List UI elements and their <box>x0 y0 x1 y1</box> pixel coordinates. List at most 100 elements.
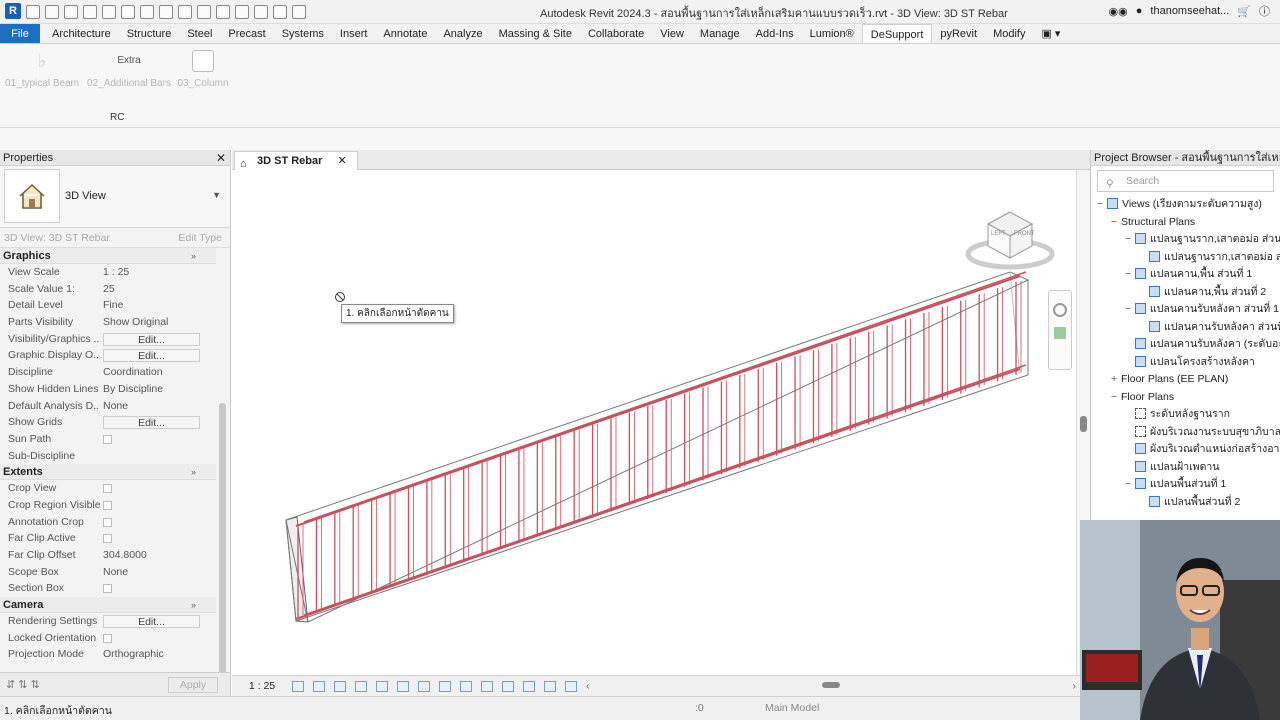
property-value[interactable]: Coordination <box>100 364 216 381</box>
tab-desupport[interactable]: DeSupport <box>861 24 933 43</box>
highlight-displacement-icon[interactable] <box>523 680 535 692</box>
thin-lines-icon[interactable] <box>254 4 268 19</box>
property-value[interactable]: 25 <box>100 281 216 298</box>
tab-analyze[interactable]: Analyze <box>435 24 490 43</box>
additional-bars-button[interactable]: Extra 02_Additional Bars <box>84 50 174 89</box>
tab-systems[interactable]: Systems <box>274 24 332 43</box>
reveal-hidden-icon[interactable] <box>481 680 493 692</box>
browser-item[interactable]: แปลนโครงสร้างหลังคา <box>1091 354 1280 372</box>
close-icon[interactable]: ✕ <box>216 150 226 166</box>
browser-item[interactable]: − Floor Plans <box>1091 389 1280 407</box>
checkbox[interactable] <box>103 500 112 510</box>
active-workset[interactable]: Main Model <box>765 702 819 714</box>
zoom-icon[interactable] <box>1054 327 1066 339</box>
browser-item[interactable]: − แปลนฐานราก,เสาตอม่อ ส่วนที่ <box>1091 231 1280 249</box>
property-value[interactable]: None <box>100 398 216 415</box>
expand-toggle-icon[interactable]: − <box>1097 196 1107 214</box>
print-icon[interactable] <box>121 4 135 19</box>
open-icon[interactable] <box>26 4 40 19</box>
checkbox[interactable] <box>103 517 112 527</box>
browser-item[interactable]: แปลนคานรับหลังคา (ระดับอะ <box>1091 336 1280 354</box>
browser-item[interactable]: แปลนพื้นส่วนที่ 2 <box>1091 494 1280 512</box>
browser-item[interactable]: ระดับหลังฐานราก <box>1091 406 1280 424</box>
expand-toggle-icon[interactable]: − <box>1125 231 1135 249</box>
switch-windows-icon[interactable] <box>292 4 306 19</box>
temporary-hide-icon[interactable] <box>460 680 472 692</box>
chevron-right-icon[interactable]: › <box>1073 680 1077 692</box>
tab-architecture[interactable]: Architecture <box>44 24 119 43</box>
checkbox[interactable] <box>103 534 112 544</box>
collapse-icon[interactable]: » <box>191 464 196 480</box>
browser-search-input[interactable]: ⚲ Search <box>1097 170 1274 192</box>
checkbox[interactable] <box>103 434 112 444</box>
property-value[interactable]: 1 : 25 <box>100 264 216 281</box>
username[interactable]: thanomseehat... <box>1150 5 1229 17</box>
lock-3d-icon[interactable] <box>439 680 451 692</box>
expand-toggle-icon[interactable]: + <box>1111 371 1121 389</box>
sun-path-icon[interactable] <box>334 680 346 692</box>
save-icon[interactable] <box>45 4 59 19</box>
browser-item[interactable]: แปลนคานรับหลังคา ส่วนที่ <box>1091 319 1280 337</box>
tab-annotate[interactable]: Annotate <box>375 24 435 43</box>
section-graphics[interactable]: Graphics » <box>0 248 216 264</box>
view-scale[interactable]: 1 : 25 <box>232 680 292 692</box>
tab-file[interactable]: File <box>0 24 40 43</box>
tab-steel[interactable]: Steel <box>179 24 220 43</box>
edit-type-button[interactable]: Edit Type <box>178 228 222 248</box>
property-value[interactable]: None <box>100 564 216 581</box>
browser-item[interactable]: แปลนฐานราก,เสาตอม่อ ส่ <box>1091 249 1280 267</box>
expand-toggle-icon[interactable]: − <box>1125 301 1135 319</box>
steering-wheel-icon[interactable] <box>1053 303 1067 317</box>
tab-collaborate[interactable]: Collaborate <box>580 24 652 43</box>
tab-massing-site[interactable]: Massing & Site <box>491 24 580 43</box>
checkbox[interactable] <box>103 484 112 494</box>
sync-icon[interactable] <box>64 4 78 19</box>
text-icon[interactable] <box>197 4 211 19</box>
tab-add-ins[interactable]: Add-Ins <box>748 24 802 43</box>
browser-item[interactable]: แปลนฝ้าเพดาน <box>1091 459 1280 477</box>
checkbox[interactable] <box>103 633 112 643</box>
checkbox[interactable] <box>103 584 112 594</box>
collapse-icon[interactable]: » <box>191 597 196 613</box>
render-icon[interactable] <box>376 680 388 692</box>
browser-item[interactable]: แปลนคาน,พื้น ส่วนที่ 2 <box>1091 284 1280 302</box>
edit-button[interactable]: Edit... <box>103 416 200 430</box>
shadows-icon[interactable] <box>355 680 367 692</box>
tab-modify[interactable]: Modify <box>985 24 1033 43</box>
properties-scrollbar[interactable] <box>219 403 226 683</box>
edit-button[interactable]: Edit... <box>103 615 200 629</box>
tab-precast[interactable]: Precast <box>220 24 273 43</box>
browser-item[interactable]: − แปลนพื้นส่วนที่ 1 <box>1091 476 1280 494</box>
section-icon[interactable] <box>235 4 249 19</box>
3d-view-icon[interactable] <box>216 4 230 19</box>
chevron-left-icon[interactable]: ‹ <box>586 680 590 692</box>
chevron-down-icon[interactable]: ▼ <box>212 190 221 200</box>
collapse-icon[interactable]: » <box>191 248 196 264</box>
crop-view-icon[interactable] <box>397 680 409 692</box>
tag-icon[interactable] <box>178 4 192 19</box>
property-value[interactable]: By Discipline <box>100 381 216 398</box>
typical-beam-button[interactable]: ♭ 01_typical Beam <box>4 50 80 89</box>
dimension-icon[interactable] <box>159 4 173 19</box>
apply-button[interactable]: Apply <box>168 677 218 693</box>
tab-insert[interactable]: Insert <box>332 24 376 43</box>
property-value[interactable]: Fine <box>100 297 216 314</box>
browser-item[interactable]: − Views (เรียงตามระดับความสูง) <box>1091 196 1280 214</box>
cart-icon[interactable]: 🛒 <box>1237 5 1251 18</box>
expand-toggle-icon[interactable]: − <box>1125 266 1135 284</box>
analytical-model-icon[interactable] <box>502 680 514 692</box>
tab-manage[interactable]: Manage <box>692 24 748 43</box>
browser-item[interactable]: ผังบริเวณงานระบบสุขาภิบาล <box>1091 424 1280 442</box>
measure-icon[interactable] <box>140 4 154 19</box>
help-icon[interactable]: ⓘ <box>1259 3 1270 19</box>
sort-icons[interactable]: ⇵ ⇅ ⇅ <box>6 678 40 691</box>
redo-icon[interactable] <box>102 4 116 19</box>
browser-item[interactable]: + Floor Plans (EE PLAN) <box>1091 371 1280 389</box>
tab-3d-st-rebar[interactable]: ⌂ 3D ST Rebar ✕ <box>234 151 358 170</box>
expand-toggle-icon[interactable]: − <box>1125 476 1135 494</box>
type-selector[interactable]: 3D View ▼ <box>0 166 230 228</box>
horizontal-scroll-thumb[interactable] <box>822 682 840 688</box>
tab-pyrevit[interactable]: pyRevit <box>932 24 985 43</box>
show-crop-icon[interactable] <box>418 680 430 692</box>
revit-logo[interactable]: R <box>5 3 21 19</box>
